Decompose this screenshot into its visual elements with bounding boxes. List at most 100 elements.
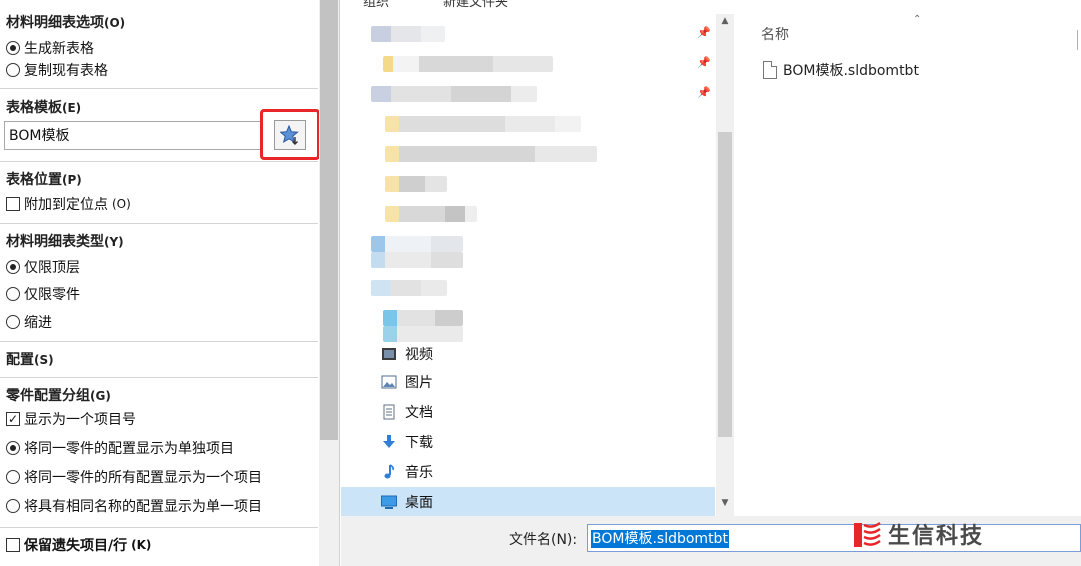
radio-indented[interactable]: 缩进 — [6, 312, 52, 332]
scroll-down-icon[interactable]: ▼ — [718, 498, 732, 512]
section-divider — [0, 223, 318, 224]
navigation-pane: 📌 📌 📌 视频 图片 文档 下载 音乐 桌面 — [341, 14, 716, 517]
option-label: 将同一零件的所有配置显示为一个项目 — [24, 470, 262, 486]
property-manager-panel: 材料明细表选项(O) ⌃ 生成新表格 复制现有表格 表格模板(E) ⌃ BOM模… — [0, 0, 340, 566]
checkbox-checked-icon: ✓ — [6, 412, 20, 426]
radio-parts-only[interactable]: 仅限零件 — [6, 284, 80, 304]
filename-label: 文件名(N): — [509, 532, 578, 548]
nav-item-videos[interactable]: 视频 — [381, 339, 715, 369]
bom-options-label: 材料明细表选项 — [6, 15, 104, 31]
new-folder-button[interactable]: 新建文件夹 — [443, 0, 508, 10]
nav-item-downloads[interactable]: 下载 — [381, 427, 715, 457]
scrollbar-thumb[interactable] — [718, 132, 732, 437]
pin-icon[interactable]: 📌 — [697, 56, 711, 70]
watermark-text: 生信科技 — [888, 524, 985, 549]
nav-item-label: 桌面 — [405, 495, 433, 511]
highlight-box — [260, 109, 320, 160]
nav-scrollbar[interactable]: ▲ ▼ — [716, 14, 734, 516]
section-divider — [0, 161, 318, 162]
logo-icon — [854, 522, 881, 547]
bom-options-hotkey: (O) — [104, 16, 126, 30]
radio-generate-new-table[interactable]: 生成新表格 — [6, 38, 94, 58]
dialog-toolbar: 组织 新建文件夹 — [341, 0, 1081, 14]
sort-ascending-icon: ⌃ — [913, 14, 922, 25]
option-label: 仅限顶层 — [24, 260, 80, 276]
section-divider — [0, 377, 318, 378]
table-template-label: 表格模板 — [6, 100, 62, 116]
table-position-title[interactable]: 表格位置(P) — [6, 169, 82, 189]
radio-button-icon — [6, 499, 20, 513]
organize-button[interactable]: 组织 — [363, 0, 389, 10]
filename-value: BOM模板.sldbomtbt — [591, 530, 729, 548]
radio-button-icon — [6, 287, 20, 301]
checkbox-keep-missing-items[interactable]: 保留遗失项目/行 (K) — [6, 535, 151, 555]
download-icon — [381, 434, 397, 450]
blurred-item — [371, 86, 537, 102]
radio-button-icon — [6, 441, 20, 455]
part-config-grouping-title[interactable]: 零件配置分组(G) — [6, 385, 111, 405]
pin-icon[interactable]: 📌 — [697, 26, 711, 40]
section-divider — [0, 527, 318, 528]
bom-options-title[interactable]: 材料明细表选项(O) — [6, 12, 125, 32]
nav-item-label: 视频 — [405, 347, 433, 363]
option-label: 将具有相同名称的配置显示为单一项目 — [24, 499, 262, 515]
scroll-up-icon[interactable]: ▲ — [718, 16, 732, 30]
configuration-label: 配置 — [6, 352, 34, 368]
radio-config-separate-items[interactable]: 将同一零件的配置显示为单独项目 — [6, 438, 234, 458]
radio-top-level-only[interactable]: 仅限顶层 — [6, 257, 80, 277]
option-label: 将同一零件的配置显示为单独项目 — [24, 441, 234, 457]
template-value: BOM模板 — [9, 128, 70, 144]
table-template-input[interactable]: BOM模板 — [4, 121, 262, 150]
file-icon — [763, 61, 777, 79]
blurred-item — [371, 236, 463, 252]
configuration-title[interactable]: 配置(S) — [6, 349, 54, 369]
nav-item-label: 图片 — [405, 375, 433, 391]
option-label: 缩进 — [24, 315, 52, 331]
column-header-name[interactable]: 名称 — [761, 24, 789, 44]
blurred-item — [383, 310, 463, 326]
radio-all-configs-one-item[interactable]: 将同一零件的所有配置显示为一个项目 — [6, 467, 262, 487]
option-hotkey: (O) — [112, 197, 131, 211]
table-position-label: 表格位置 — [6, 172, 62, 188]
blurred-item — [371, 280, 447, 296]
panel-scrollbar[interactable] — [319, 0, 339, 566]
option-label: 保留遗失项目/行 — [24, 538, 128, 554]
checkbox-icon — [6, 538, 20, 552]
option-label: 附加到定位点 — [24, 197, 108, 213]
table-template-title[interactable]: 表格模板(E) — [6, 97, 81, 117]
table-template-hotkey: (E) — [62, 101, 82, 115]
bom-type-label: 材料明细表类型 — [6, 234, 104, 250]
documents-icon — [381, 404, 397, 420]
watermark-logo: 生信科技 — [852, 518, 984, 550]
nav-item-music[interactable]: 音乐 — [381, 457, 715, 487]
radio-button-icon — [6, 260, 20, 274]
nav-item-label: 下载 — [405, 435, 433, 451]
radio-same-name-single-item[interactable]: 将具有相同名称的配置显示为单一项目 — [6, 496, 262, 516]
radio-button-icon — [6, 41, 20, 55]
blurred-item — [385, 206, 477, 222]
blurred-item — [383, 56, 553, 72]
bom-type-hotkey: (Y) — [104, 235, 124, 249]
nav-item-label: 文档 — [405, 405, 433, 421]
blurred-item — [371, 26, 445, 42]
bom-type-title[interactable]: 材料明细表类型(Y) — [6, 231, 124, 251]
music-icon — [381, 464, 397, 480]
section-divider — [0, 341, 318, 342]
radio-copy-existing-table[interactable]: 复制现有表格 — [6, 60, 108, 80]
radio-button-icon — [6, 315, 20, 329]
nav-item-documents[interactable]: 文档 — [381, 397, 715, 427]
file-list-pane: ⌃ 名称 BOM模板.sldbomtbt — [735, 14, 1081, 516]
option-label: 复制现有表格 — [24, 63, 108, 79]
checkbox-attach-to-anchor[interactable]: 附加到定位点 (O) — [6, 194, 131, 214]
file-item[interactable]: BOM模板.sldbomtbt — [763, 60, 919, 80]
nav-item-desktop[interactable]: 桌面 — [341, 487, 715, 517]
scrollbar-thumb[interactable] — [320, 0, 338, 440]
option-label: 生成新表格 — [24, 41, 94, 57]
blurred-item — [371, 252, 463, 268]
checkbox-display-as-one-item[interactable]: ✓ 显示为一个项目号 — [6, 409, 136, 429]
filename-input[interactable]: BOM模板.sldbomtbt — [587, 524, 1081, 552]
video-icon — [381, 346, 397, 362]
nav-item-pictures[interactable]: 图片 — [381, 367, 715, 397]
blurred-item — [385, 176, 447, 192]
pin-icon[interactable]: 📌 — [697, 86, 711, 100]
